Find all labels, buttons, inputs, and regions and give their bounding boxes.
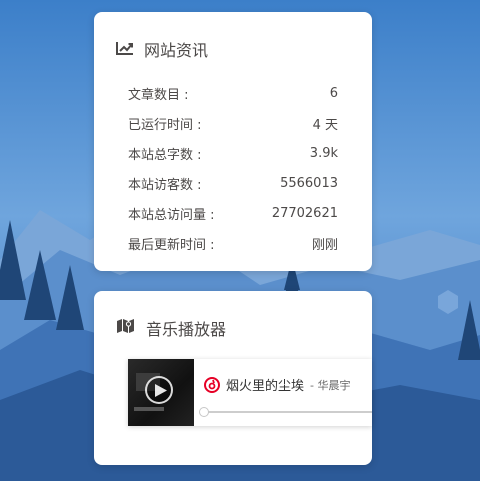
music-player: 烟火里的尘埃 - 华晨宇 [128, 359, 372, 426]
stat-value: 6 [329, 85, 338, 101]
site-info-title: 网站资讯 [144, 41, 209, 60]
stat-label: 文章数目 : [128, 87, 189, 103]
trend-chart-icon [116, 40, 134, 59]
music-player-card: 音乐播放器 烟火里的尘埃 - 华晨宇 [94, 291, 372, 465]
map-icon [116, 318, 136, 338]
stats-list: 文章数目 : 6 已运行时间 : 4 天 本站总字数 : 3.9k 本站访客数 … [128, 78, 338, 258]
netease-music-icon [204, 376, 220, 393]
site-info-header: 网站资讯 [116, 38, 208, 60]
song-artist: - 华晨宇 [310, 378, 351, 392]
stat-label: 本站总字数 : [128, 147, 202, 163]
play-icon [155, 384, 167, 397]
stat-value: 刚刚 [311, 237, 338, 253]
music-player-header: 音乐播放器 [116, 317, 226, 339]
site-info-card: 网站资讯 文章数目 : 6 已运行时间 : 4 天 本站总字数 : 3.9k 本… [94, 12, 372, 271]
stat-label: 本站访客数 : [128, 177, 202, 193]
stat-value: 3.9k [309, 145, 338, 161]
album-cover [128, 359, 194, 426]
song-title: 烟火里的尘埃 [226, 379, 305, 394]
stat-value: 5566013 [280, 175, 338, 191]
stat-label: 最后更新时间 : [128, 237, 215, 253]
stat-row-page-views: 本站总访问量 : 27702621 [128, 198, 338, 228]
stat-label: 本站总访问量 : [128, 207, 215, 223]
music-player-title: 音乐播放器 [146, 320, 227, 339]
stat-label: 已运行时间 : [128, 117, 202, 133]
album-art-detail [134, 407, 164, 411]
progress-bar[interactable] [199, 407, 372, 417]
stat-row-word-count: 本站总字数 : 3.9k [128, 138, 338, 168]
stat-row-visitors: 本站访客数 : 5566013 [128, 168, 338, 198]
stat-row-last-update: 最后更新时间 : 刚刚 [128, 228, 338, 258]
stat-value: 27702621 [271, 205, 338, 221]
play-button[interactable] [145, 376, 173, 404]
song-info: 烟火里的尘埃 - 华晨宇 [204, 375, 350, 394]
stat-value: 4 天 [312, 117, 338, 133]
stat-row-runtime: 已运行时间 : 4 天 [128, 108, 338, 138]
progress-handle[interactable] [199, 407, 209, 417]
stat-row-articles: 文章数目 : 6 [128, 78, 338, 108]
